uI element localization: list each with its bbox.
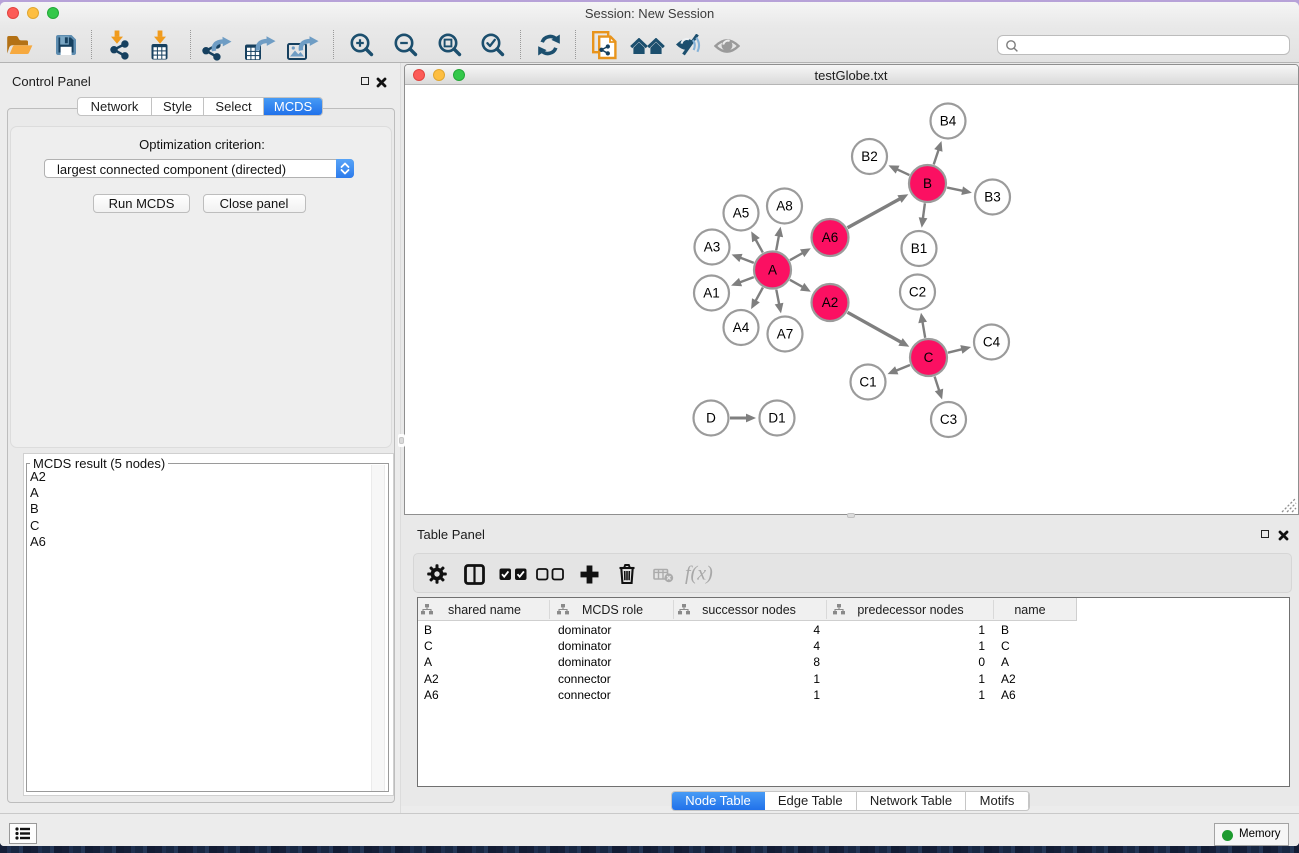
svg-text:A6: A6 [821, 230, 838, 245]
svg-text:B: B [922, 176, 931, 191]
svg-text:D: D [706, 410, 716, 425]
svg-text:A4: A4 [732, 320, 749, 335]
svg-text:C4: C4 [982, 334, 1000, 349]
svg-text:f(x): f(x) [685, 563, 713, 585]
svg-text:B1: B1 [910, 241, 927, 256]
svg-text:A1: A1 [703, 285, 720, 300]
svg-text:C3: C3 [939, 412, 956, 427]
svg-text:A2: A2 [821, 295, 838, 310]
svg-text:D1: D1 [768, 410, 785, 425]
svg-text:C2: C2 [908, 284, 925, 299]
svg-text:B4: B4 [939, 113, 956, 128]
svg-text:A7: A7 [776, 326, 793, 341]
svg-text:A: A [767, 262, 776, 277]
svg-text:B3: B3 [984, 189, 1001, 204]
svg-text:A3: A3 [703, 239, 720, 254]
svg-text:C: C [923, 350, 933, 365]
svg-text:C1: C1 [859, 374, 876, 389]
svg-text:B2: B2 [861, 149, 878, 164]
svg-text:A5: A5 [732, 205, 749, 220]
svg-text:A8: A8 [776, 198, 793, 213]
